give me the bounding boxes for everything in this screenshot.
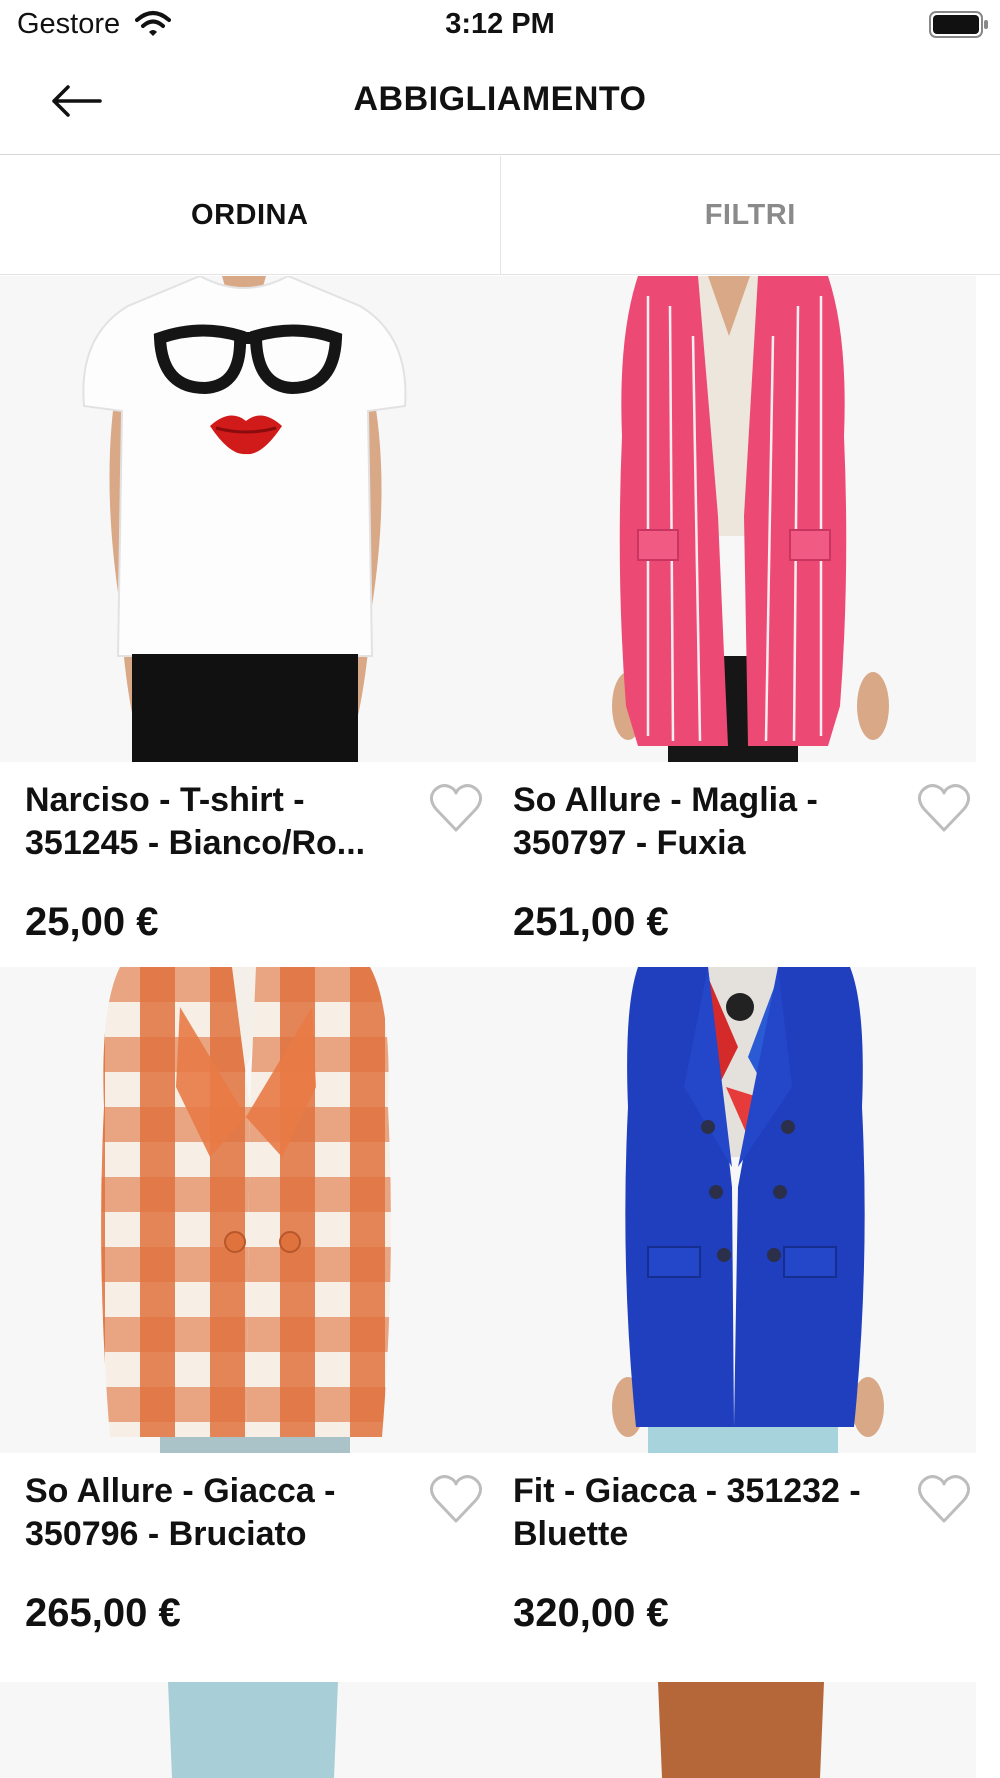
battery-icon [929, 11, 988, 38]
heart-outline-icon [917, 1475, 971, 1523]
product-name[interactable]: Narciso - T-shirt - 351245 - Bianco/Ro..… [25, 779, 415, 865]
product-image[interactable] [0, 276, 488, 762]
sort-filter-bar: ORDINA FILTRI [0, 156, 1000, 275]
page-title: ABBIGLIAMENTO [353, 80, 647, 118]
product-name[interactable]: So Allure - Maglia - 350797 - Fuxia [513, 779, 903, 865]
status-time: 3:12 PM [445, 8, 555, 40]
heart-outline-icon [429, 784, 483, 832]
product-name[interactable]: So Allure - Giacca - 350796 - Bruciato [25, 1470, 415, 1556]
heart-outline-icon [917, 784, 971, 832]
product-image[interactable] [488, 1682, 976, 1778]
product-image[interactable] [488, 276, 976, 762]
product-price: 25,00 € [25, 900, 159, 944]
product-image[interactable] [0, 1682, 488, 1778]
product-image[interactable] [488, 967, 976, 1453]
product-name[interactable]: Fit - Giacca - 351232 - Bluette [513, 1470, 903, 1556]
sort-button[interactable]: ORDINA [0, 156, 501, 274]
favorite-button[interactable] [916, 1473, 972, 1525]
favorite-button[interactable] [428, 1473, 484, 1525]
navigation-bar: ABBIGLIAMENTO [0, 50, 1000, 155]
favorite-button[interactable] [916, 782, 972, 834]
product-list-screen: Gestore 3:12 PM ABBIGLIAMENTO ORDINA FIL… [0, 0, 1000, 1778]
filter-button[interactable]: FILTRI [501, 156, 1000, 274]
product-image[interactable] [0, 967, 488, 1453]
product-price: 265,00 € [25, 1591, 181, 1635]
product-price: 320,00 € [513, 1591, 669, 1635]
status-bar: Gestore 3:12 PM [0, 0, 1000, 50]
product-price: 251,00 € [513, 900, 669, 944]
heart-outline-icon [429, 1475, 483, 1523]
favorite-button[interactable] [428, 782, 484, 834]
